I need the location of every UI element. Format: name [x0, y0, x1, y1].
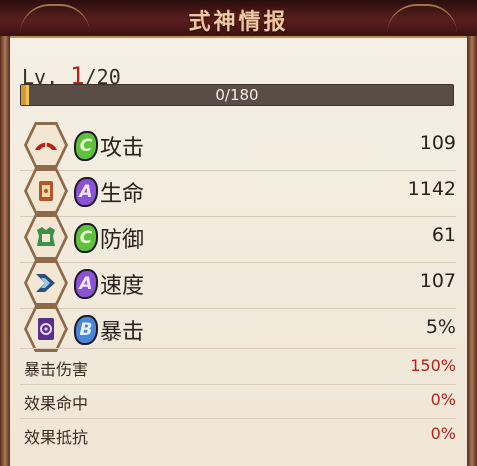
header-bar: 式神情报: [0, 0, 477, 38]
shikigami-info-panel: Lv. 1/20 0/180 C 攻击 109 A 生命 1142 C 防御 6…: [10, 38, 467, 466]
substat-row-crit-damage: 暴击伤害 150%: [20, 352, 456, 382]
xp-progress-bar: 0/180: [20, 84, 454, 106]
speed-chevron-icon: [36, 274, 55, 292]
stat-icon-frame: [24, 214, 68, 260]
stat-row-defense: C 防御 61: [20, 214, 456, 260]
stat-value: 109: [419, 132, 456, 154]
stat-grade-badge: A: [74, 269, 98, 299]
substat-row-effect-resist: 效果抵抗 0%: [20, 420, 456, 450]
health-scroll-icon: [39, 181, 53, 201]
stat-name: 速度: [100, 274, 145, 299]
stat-grade-badge: B: [74, 315, 98, 345]
substat-name: 效果抵抗: [24, 428, 89, 447]
stat-row-attack: C 攻击 109: [20, 122, 456, 168]
stat-icon-frame: [24, 122, 68, 168]
divider: [20, 418, 456, 419]
substat-value: 150%: [410, 356, 456, 375]
defense-armor-icon: [37, 227, 55, 246]
stat-value: 5%: [425, 316, 456, 338]
stat-icon-frame: [24, 168, 68, 214]
stat-name: 攻击: [100, 136, 145, 161]
stat-name: 暴击: [100, 320, 145, 345]
stat-grade-badge: C: [74, 223, 98, 253]
stat-name: 防御: [100, 228, 145, 253]
xp-progress-text: 0/180: [215, 86, 259, 104]
substat-value: 0%: [430, 390, 456, 409]
divider: [20, 384, 456, 385]
substat-row-effect-hit: 效果命中 0%: [20, 386, 456, 416]
stat-name: 生命: [100, 182, 145, 207]
stat-value: 1142: [407, 178, 456, 200]
stat-icon-frame: [24, 260, 68, 306]
stat-row-health: A 生命 1142: [20, 168, 456, 214]
substat-name: 效果命中: [24, 394, 89, 413]
stat-value: 107: [419, 270, 456, 292]
stat-grade-badge: C: [74, 131, 98, 161]
frame-border-right: [467, 36, 477, 466]
stat-icon-frame: [24, 306, 68, 352]
stat-row-speed: A 速度 107: [20, 260, 456, 306]
stat-grade-badge: A: [74, 177, 98, 207]
crit-rune-icon: [38, 318, 54, 340]
substat-name: 暴击伤害: [24, 360, 89, 379]
stat-row-crit: B 暴击 5%: [20, 306, 456, 352]
panel-title: 式神情报: [188, 9, 289, 35]
divider: [20, 348, 456, 349]
attack-fan-icon: [35, 139, 57, 150]
stat-value: 61: [431, 224, 456, 246]
frame-border-left: [0, 36, 10, 466]
substat-value: 0%: [430, 424, 456, 443]
